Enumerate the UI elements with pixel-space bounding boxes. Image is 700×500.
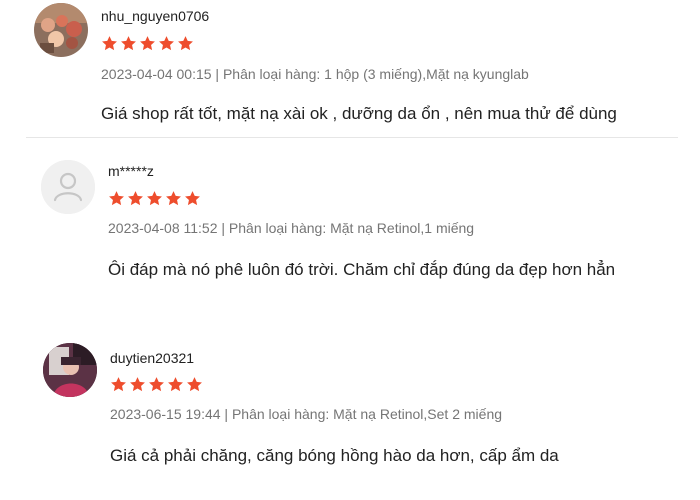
rating-stars [110,376,203,393]
star-icon [185,191,200,206]
review-item: duytien20321 2023-06-15 19:44 | Phân loạ… [0,328,700,500]
review-meta: 2023-04-08 11:52 | Phân loại hàng: Mặt n… [108,220,475,236]
review-item: m*****z 2023-04-08 11:52 | Phân loại hàn… [0,138,700,328]
rating-stars [108,190,201,207]
avatar-photo-icon [34,3,88,57]
review-comment: Ôi đáp mà nó phê luôn đó trời. Chăm chỉ … [108,260,616,279]
avatar[interactable] [43,343,97,397]
avatar[interactable] [41,160,95,214]
star-icon [109,191,124,206]
star-icon [111,377,126,392]
star-icon [149,377,164,392]
rating-stars [101,35,194,52]
star-icon [140,36,155,51]
star-icon [178,36,193,51]
star-icon [147,191,162,206]
review-comment: Giá shop rất tốt, mặt nạ xài ok , dưỡng … [101,104,617,123]
star-icon [128,191,143,206]
star-icon [187,377,202,392]
avatar[interactable] [34,3,88,57]
review-meta: 2023-04-04 00:15 | Phân loại hàng: 1 hộp… [101,66,529,82]
star-icon [168,377,183,392]
review-comment: Giá cả phải chăng, căng bóng hồng hào da… [110,446,559,465]
user-icon [41,160,95,214]
avatar-photo-icon [43,343,97,397]
reviewer-username: duytien20321 [110,350,195,366]
star-icon [121,36,136,51]
reviewer-username: m*****z [108,163,154,179]
star-icon [166,191,181,206]
review-meta: 2023-06-15 19:44 | Phân loại hàng: Mặt n… [110,406,503,422]
star-icon [130,377,145,392]
star-icon [102,36,117,51]
review-item: nhu_nguyen0706 2023-04-04 00:15 | Phân l… [0,0,700,137]
reviewer-username: nhu_nguyen0706 [101,8,210,24]
star-icon [159,36,174,51]
